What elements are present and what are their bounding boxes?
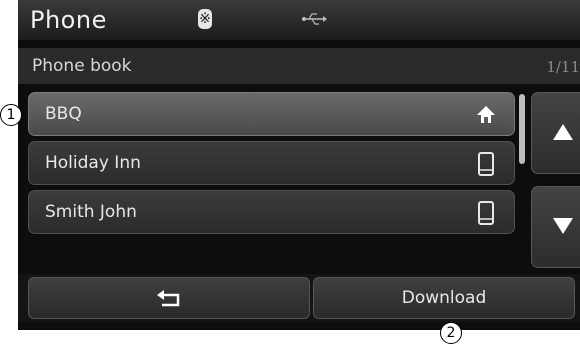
download-label: Download bbox=[401, 288, 487, 308]
download-button[interactable]: Download bbox=[313, 277, 575, 319]
scroll-thumb[interactable] bbox=[519, 94, 525, 164]
back-arrow-icon bbox=[157, 290, 180, 307]
contact-name: Holiday Inn bbox=[45, 153, 141, 173]
phone-screen: Phone ※ Phone book 1/11 BBQ Holiday Inn … bbox=[18, 0, 580, 330]
section-title: Phone book bbox=[32, 56, 132, 76]
title-bar: Phone ※ bbox=[18, 0, 580, 40]
scroll-up-button[interactable] bbox=[531, 92, 580, 174]
callout-2: 2 bbox=[440, 322, 462, 344]
contact-name: BBQ bbox=[45, 104, 82, 124]
arrow-down-icon bbox=[553, 218, 573, 234]
contact-row-holiday-inn[interactable]: Holiday Inn bbox=[28, 141, 515, 185]
contact-row-bbq[interactable]: BBQ bbox=[28, 92, 515, 136]
mobile-phone-icon bbox=[478, 152, 494, 176]
scroll-down-button[interactable] bbox=[531, 186, 580, 268]
section-header: Phone book 1/11 bbox=[18, 48, 580, 84]
back-button[interactable] bbox=[28, 277, 310, 319]
bottom-bar: Download bbox=[18, 274, 580, 322]
home-icon bbox=[477, 106, 495, 123]
page-indicator: 1/11 bbox=[546, 58, 580, 76]
scrollbar[interactable] bbox=[519, 94, 525, 264]
contact-row-smith-john[interactable]: Smith John bbox=[28, 190, 515, 234]
contact-name: Smith John bbox=[45, 202, 137, 222]
app-title: Phone bbox=[30, 6, 107, 34]
callout-1: 1 bbox=[0, 104, 22, 126]
bluetooth-icon: ※ bbox=[198, 9, 212, 29]
arrow-up-icon bbox=[553, 124, 573, 140]
usb-icon bbox=[302, 13, 327, 25]
mobile-phone-icon bbox=[478, 201, 494, 225]
